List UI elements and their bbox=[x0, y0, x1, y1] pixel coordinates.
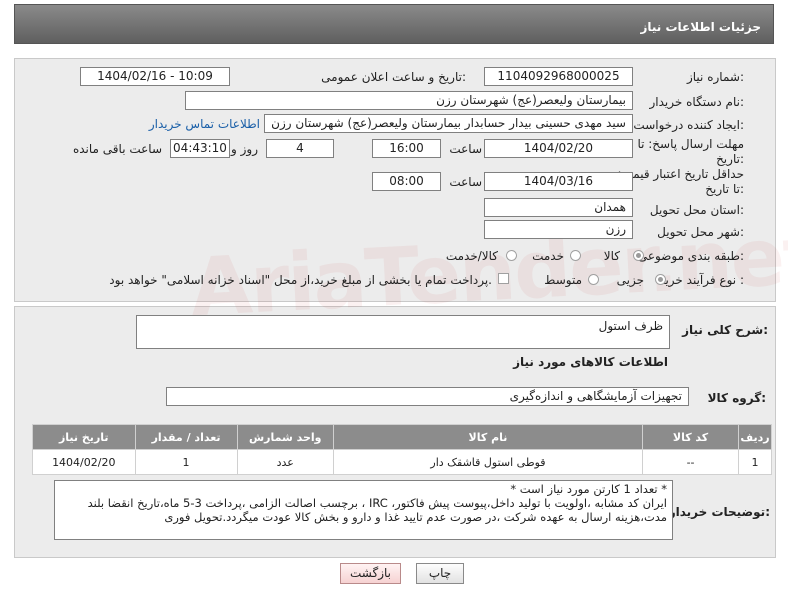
col-unit: واحد شمارش bbox=[236, 424, 334, 450]
goods-info-title: اطلاعات کالاهای مورد نیاز bbox=[513, 355, 668, 369]
cell-goods-code: -- bbox=[642, 449, 740, 475]
back-button[interactable]: بازگشت bbox=[340, 563, 401, 584]
treasury-checkbox[interactable] bbox=[498, 273, 509, 284]
buyer-org-field: بیمارستان ولیعصر(عج) شهرستان رزن bbox=[185, 91, 633, 110]
buyer-org-label: نام دستگاه خریدار: bbox=[649, 95, 745, 109]
buyer-notes-label: توضیحات خریدار: bbox=[668, 505, 770, 519]
province-label: استان محل تحویل: bbox=[649, 203, 744, 217]
category-option-service: خدمت bbox=[532, 249, 564, 263]
need-number-field: 1104092968000025 bbox=[484, 67, 633, 86]
category-radio-service[interactable] bbox=[570, 250, 581, 261]
cell-need-date: 1404/02/20 bbox=[32, 449, 136, 475]
goods-group-label: گروه کالا: bbox=[707, 391, 766, 405]
cell-quantity: 1 bbox=[134, 449, 238, 475]
print-button[interactable]: چاپ bbox=[416, 563, 464, 584]
general-desc-field: ظرف استول bbox=[136, 315, 670, 349]
category-option-goods-service: کالا/خدمت bbox=[445, 249, 498, 263]
validity-date-field: 1404/03/16 bbox=[484, 172, 633, 191]
general-desc-label: شرح کلی نیاز: bbox=[682, 323, 768, 337]
col-goods-name: نام کالا bbox=[332, 424, 644, 450]
validity-label: حداقل تاریخ اعتبار قیمت: تا تاریخ: bbox=[617, 167, 744, 196]
category-label: طبقه بندی موضوعی: bbox=[637, 249, 744, 263]
col-need-date: تاریخ نیاز bbox=[32, 424, 136, 450]
table-row: 1 -- قوطی استول قاشقک دار عدد 1 1404/02/… bbox=[32, 449, 772, 475]
process-label: نوع فرآیند خرید : bbox=[659, 273, 744, 287]
validity-time-field: 08:00 bbox=[372, 172, 441, 191]
province-field: همدان bbox=[484, 198, 633, 217]
buyer-notes-field: * تعداد 1 کارتن مورد نیاز است * ایران کد… bbox=[54, 480, 673, 540]
col-quantity: تعداد / مقدار bbox=[134, 424, 238, 450]
remaining-time-field: 04:43:10 bbox=[170, 139, 230, 158]
deadline-time-label: ساعت bbox=[449, 142, 482, 156]
validity-time-label: ساعت bbox=[449, 175, 482, 189]
buyer-contact-link[interactable]: اطلاعات تماس خریدار bbox=[149, 117, 260, 131]
creator-field: سید مهدی حسینی بیدار حسابدار بیمارستان و… bbox=[264, 114, 633, 133]
process-radio-medium[interactable] bbox=[588, 274, 599, 285]
goods-table: ردیف کد کالا نام کالا واحد شمارش تعداد /… bbox=[32, 424, 772, 475]
process-radio-minor[interactable] bbox=[655, 274, 666, 285]
col-row-number: ردیف bbox=[738, 424, 772, 450]
cell-goods-name: قوطی استول قاشقک دار bbox=[332, 449, 644, 475]
col-goods-code: کد کالا bbox=[642, 424, 740, 450]
cell-row-number: 1 bbox=[738, 449, 772, 475]
creator-label: ایجاد کننده درخواست: bbox=[633, 118, 744, 132]
deadline-label: مهلت ارسال پاسخ: تا تاریخ: bbox=[637, 137, 744, 166]
announce-field: 1404/02/16 - 10:09 bbox=[80, 67, 230, 86]
city-label: شهر محل تحویل: bbox=[657, 225, 744, 239]
need-number-label: شماره نیاز: bbox=[686, 70, 744, 84]
goods-group-field: تجهیزات آزمایشگاهی و اندازه‌گیری bbox=[166, 387, 689, 406]
page-header: جزئیات اطلاعات نیاز bbox=[14, 4, 774, 44]
days-label: روز و bbox=[231, 142, 258, 156]
process-option-medium: متوسط bbox=[544, 273, 582, 287]
category-option-goods: کالا bbox=[603, 249, 620, 263]
days-field: 4 bbox=[266, 139, 334, 158]
deadline-time-field: 16:00 bbox=[372, 139, 441, 158]
deadline-date-field: 1404/02/20 bbox=[484, 139, 633, 158]
category-radio-goods[interactable] bbox=[633, 250, 644, 261]
category-radio-goods-service[interactable] bbox=[506, 250, 517, 261]
announce-label: تاریخ و ساعت اعلان عمومی: bbox=[321, 70, 466, 84]
cell-unit: عدد bbox=[236, 449, 334, 475]
process-option-minor: جزیی bbox=[616, 273, 644, 287]
city-field: رزن bbox=[484, 220, 633, 239]
remaining-label: ساعت باقی مانده bbox=[72, 142, 162, 156]
treasury-note: پرداخت تمام یا بخشی از مبلغ خرید،از محل … bbox=[109, 273, 492, 287]
page-title: جزئیات اطلاعات نیاز bbox=[640, 20, 761, 34]
table-header-row: ردیف کد کالا نام کالا واحد شمارش تعداد /… bbox=[32, 424, 772, 450]
